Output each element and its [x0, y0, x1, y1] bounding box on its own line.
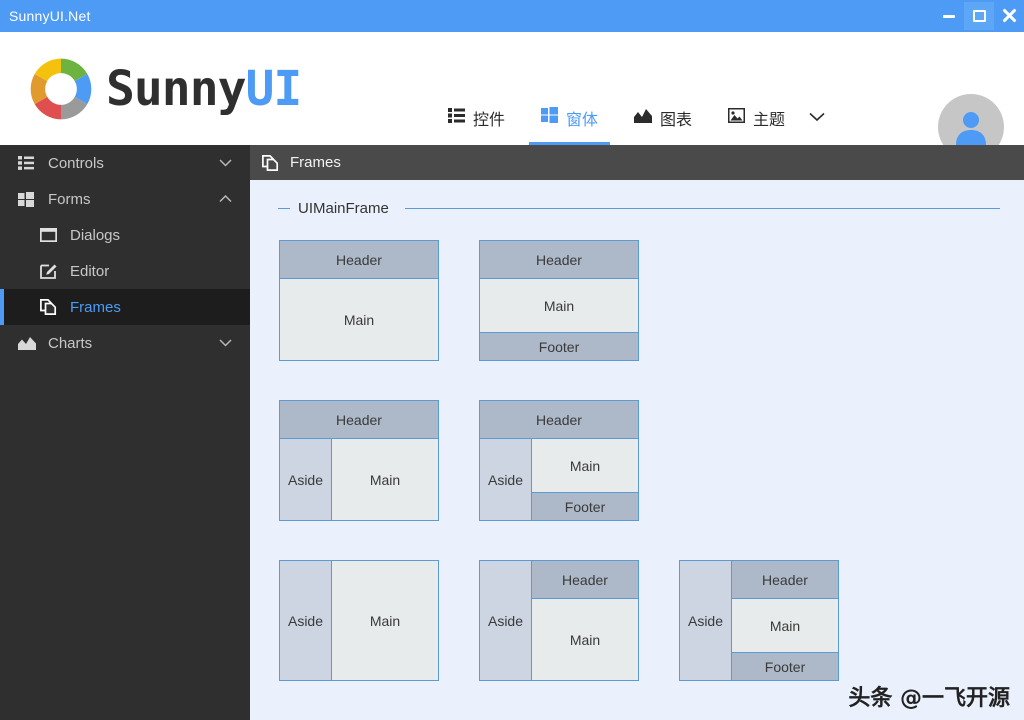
- frame-card-header-main[interactable]: Header Main: [279, 240, 439, 361]
- group-title: UIMainFrame: [278, 200, 1000, 217]
- edit-icon: [40, 264, 62, 279]
- zone-header: Header: [280, 241, 438, 279]
- zone-main: Main: [280, 279, 438, 360]
- zone-footer: Footer: [732, 652, 838, 680]
- app-header: SunnyUI 控件 窗体 图表 主题: [0, 32, 1024, 160]
- chevron-down-icon: [219, 339, 232, 347]
- copy-icon: [262, 154, 279, 171]
- windows-icon: [18, 191, 40, 207]
- zone-aside: Aside: [480, 439, 532, 520]
- zone-header: Header: [280, 401, 438, 439]
- user-icon: [956, 112, 986, 145]
- group-title-label: UIMainFrame: [298, 200, 389, 217]
- frame-card-aside-main[interactable]: Aside Main: [279, 560, 439, 681]
- zone-aside: Aside: [280, 561, 332, 680]
- brand-name-sunny: Sunny: [106, 61, 246, 117]
- zone-header: Header: [532, 561, 638, 599]
- zone-header: Header: [480, 401, 638, 439]
- zone-footer: Footer: [480, 332, 638, 360]
- nav-more-button[interactable]: [803, 90, 835, 145]
- window-title: SunnyUI.Net: [9, 8, 91, 24]
- close-button[interactable]: [994, 2, 1024, 30]
- zone-header: Header: [480, 241, 638, 279]
- zone-aside: Aside: [680, 561, 732, 680]
- brand-name: SunnyUI: [106, 61, 303, 117]
- content-header: Frames: [250, 145, 1024, 180]
- chevron-up-icon: [219, 195, 232, 203]
- sidebar-item-dialogs[interactable]: Dialogs: [0, 217, 250, 253]
- group-dash: [278, 208, 290, 209]
- zone-header: Header: [732, 561, 838, 599]
- frame-card-header-main-footer[interactable]: Header Main Footer: [479, 240, 639, 361]
- tab-theme-label: 主题: [753, 111, 786, 129]
- sidebar-item-forms[interactable]: Forms: [0, 181, 250, 217]
- zone-aside: Aside: [280, 439, 332, 520]
- tab-charts[interactable]: 图表: [616, 90, 710, 145]
- window-controls: [934, 0, 1024, 32]
- zone-main: Main: [732, 599, 838, 652]
- close-icon: [1002, 9, 1016, 23]
- sidebar-item-charts-label: Charts: [48, 334, 93, 352]
- sidebar-item-charts[interactable]: Charts: [0, 325, 250, 361]
- sunnyui-logo-icon: [28, 56, 94, 122]
- brand-name-ui: UI: [245, 61, 303, 117]
- sidebar: Controls Forms Dialogs Editor Frames Cha…: [0, 145, 250, 720]
- sidebar-item-editor-label: Editor: [70, 262, 110, 280]
- tab-forms-label: 窗体: [566, 111, 599, 129]
- brand: SunnyUI: [28, 56, 303, 122]
- watermark: 头条 @一飞开源: [848, 686, 1010, 711]
- sidebar-item-controls[interactable]: Controls: [0, 145, 250, 181]
- image-icon: [727, 107, 746, 128]
- tab-charts-label: 图表: [660, 111, 693, 129]
- chevron-down-icon: [219, 159, 232, 167]
- minimize-button[interactable]: [934, 2, 964, 30]
- tab-forms[interactable]: 窗体: [523, 90, 616, 145]
- tab-theme[interactable]: 主题: [710, 90, 803, 145]
- content-area: UIMainFrame Header Main Header Main Foot…: [250, 180, 1024, 720]
- content-header-title: Frames: [290, 154, 341, 171]
- zone-main: Main: [332, 439, 438, 520]
- zone-main: Main: [480, 279, 638, 332]
- sidebar-item-frames[interactable]: Frames: [0, 289, 250, 325]
- sidebar-item-frames-label: Frames: [70, 298, 121, 316]
- tab-controls[interactable]: 控件: [430, 90, 523, 145]
- chevron-down-icon: [809, 109, 825, 127]
- window-icon: [40, 228, 62, 242]
- maximize-button[interactable]: [964, 2, 994, 30]
- zone-main: Main: [532, 439, 638, 492]
- copy-icon: [40, 299, 62, 315]
- maximize-icon: [972, 10, 986, 22]
- windows-icon: [541, 107, 559, 128]
- frame-card-header-aside-main[interactable]: Header Aside Main: [279, 400, 439, 521]
- zone-aside: Aside: [480, 561, 532, 680]
- list-icon: [448, 107, 465, 128]
- zone-main: Main: [532, 599, 638, 680]
- title-bar: SunnyUI.Net: [0, 0, 1024, 32]
- zone-footer: Footer: [532, 492, 638, 520]
- chart-icon: [634, 108, 653, 128]
- group-divider: [404, 208, 1000, 209]
- sidebar-item-editor[interactable]: Editor: [0, 253, 250, 289]
- minimize-icon: [943, 14, 955, 18]
- chart-icon: [18, 336, 40, 350]
- list-icon: [18, 156, 40, 170]
- frame-card-aside-header-main[interactable]: Aside Header Main: [479, 560, 639, 681]
- sidebar-item-dialogs-label: Dialogs: [70, 226, 121, 244]
- zone-main: Main: [332, 561, 438, 680]
- frame-card-header-aside-main-footer[interactable]: Header Aside Main Footer: [479, 400, 639, 521]
- tab-controls-label: 控件: [473, 111, 506, 129]
- main-nav: 控件 窗体 图表 主题: [430, 90, 835, 145]
- sidebar-item-controls-label: Controls: [48, 154, 104, 172]
- sidebar-item-forms-label: Forms: [48, 190, 91, 208]
- frame-card-aside-header-main-footer[interactable]: Aside Header Main Footer: [679, 560, 839, 681]
